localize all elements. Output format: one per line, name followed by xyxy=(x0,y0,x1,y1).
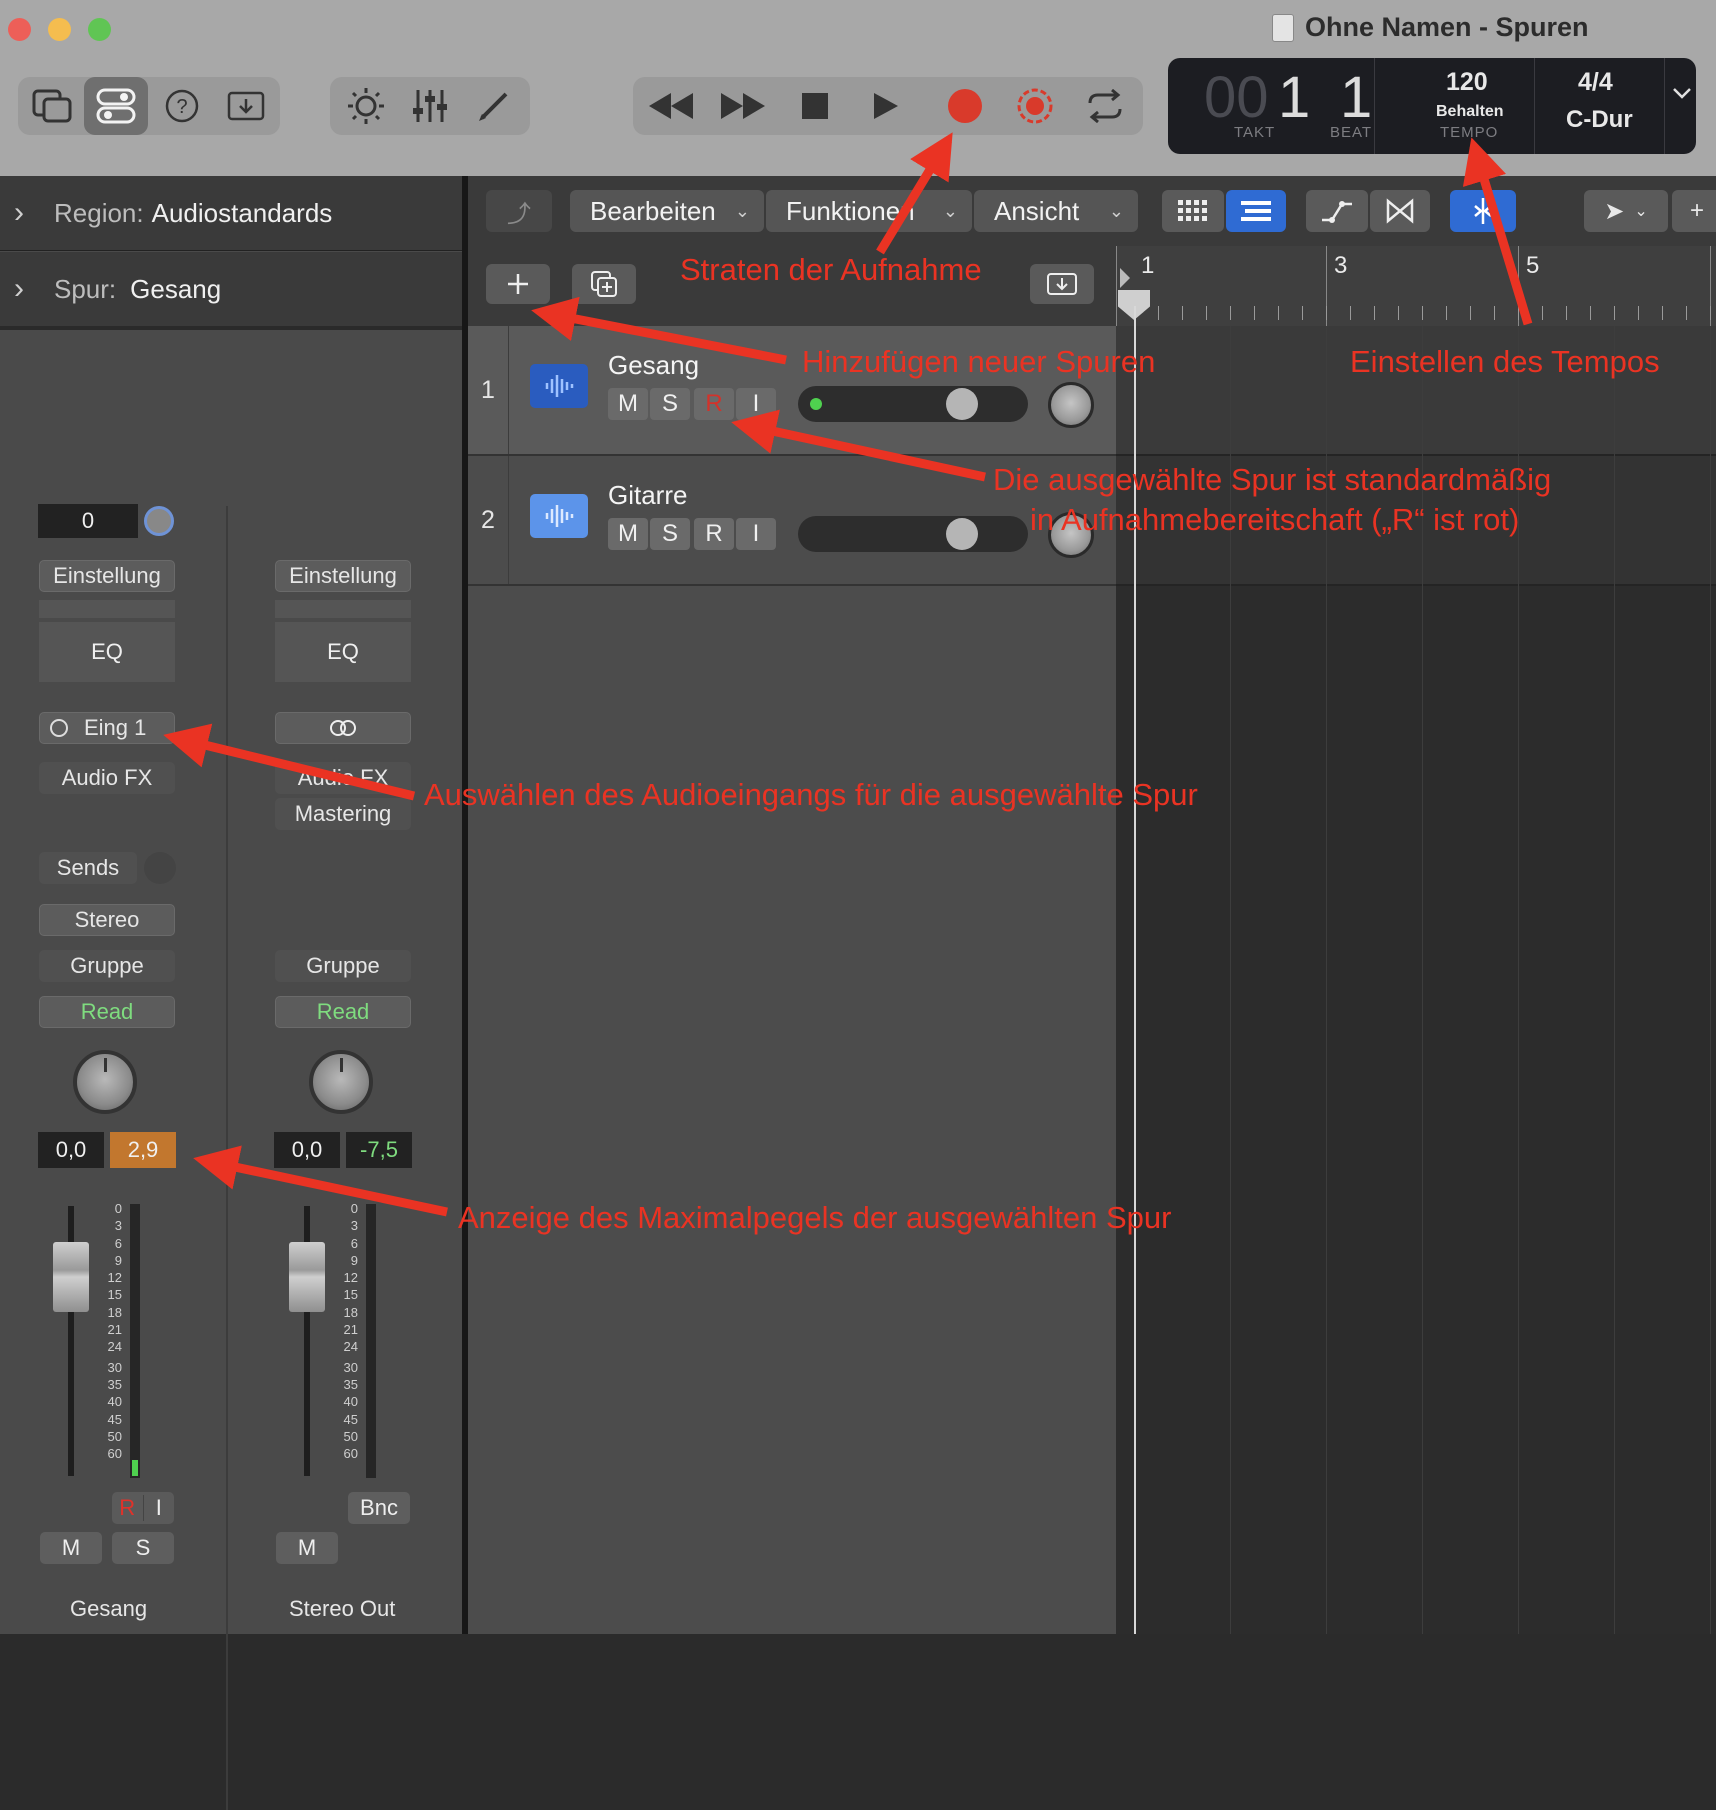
arrow-tempo xyxy=(1462,137,1533,326)
annotation-add-track: Hinzufügen neuer Spuren xyxy=(802,344,1156,379)
annotation-tempo: Einstellen des Tempos xyxy=(1350,344,1660,379)
arrow-record-enable xyxy=(731,409,986,482)
annotation-armed-line1: Die ausgewählte Spur ist standardmäßig xyxy=(993,462,1552,497)
arrow-peak xyxy=(193,1145,448,1217)
annotation-peak: Anzeige des Maximalpegels der ausgewählt… xyxy=(458,1200,1172,1235)
annotation-record: Straten der Aufnahme xyxy=(680,252,982,287)
annotation-armed-line2: in Aufnahmebereitschaft („R“ ist rot) xyxy=(1030,502,1520,537)
arrow-add-track xyxy=(531,296,787,365)
arrow-input xyxy=(163,723,416,801)
annotation-arrows xyxy=(163,132,1533,1217)
arrow-record xyxy=(876,132,953,255)
annotation-input: Auswählen des Audioeingangs für die ausg… xyxy=(424,777,1198,812)
